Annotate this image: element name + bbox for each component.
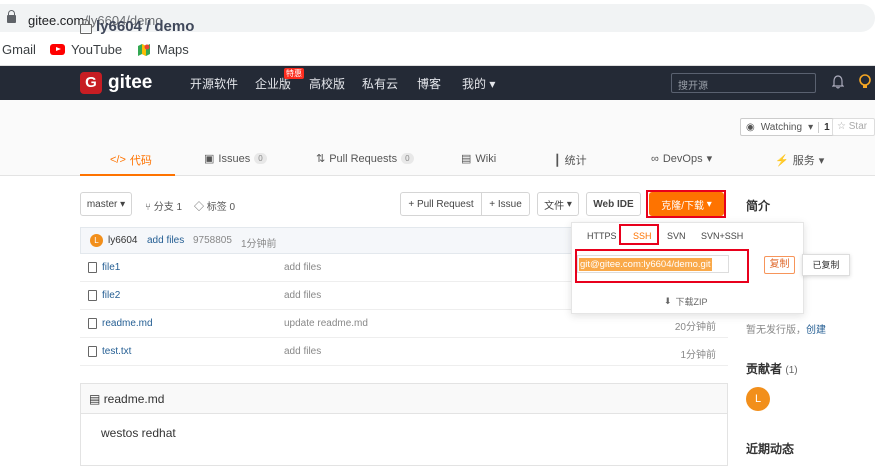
file-name[interactable]: file1 — [102, 262, 120, 273]
nav-education[interactable]: 高校版 — [309, 75, 345, 92]
lightbulb-icon[interactable] — [858, 74, 872, 90]
active-tab-indicator — [80, 174, 175, 176]
contributor-avatar[interactable]: L — [746, 387, 770, 411]
readme-content: westos redhat — [101, 426, 176, 440]
pull-request-icon: ⇅ — [316, 153, 326, 165]
table-row[interactable]: test.txt add files 1分钟前 — [80, 338, 728, 366]
issues-icon: ▣ — [204, 153, 215, 165]
copied-tooltip: 已复制 — [802, 254, 850, 276]
tab-code[interactable]: </> 代码 — [110, 152, 152, 168]
active-protocol-indicator — [625, 243, 655, 245]
gitee-logo[interactable]: G gitee — [80, 72, 152, 94]
tab-services[interactable]: ⚡ 服务 ▾ — [775, 152, 824, 168]
download-icon: ⬇ — [664, 296, 672, 306]
pull-request-button[interactable]: + Pull Request — [400, 192, 482, 216]
clone-dropdown: HTTPS SSH SVN SVN+SSH git@gitee.com:ly66… — [571, 222, 804, 314]
file-name[interactable]: file2 — [102, 290, 120, 301]
document-icon: ▤ — [89, 392, 101, 406]
file-menu-button[interactable]: 文件 ▾ — [537, 192, 579, 216]
commit-time: 1分钟前 — [241, 239, 277, 250]
file-name[interactable]: readme.md — [102, 318, 153, 329]
intro-heading: 简介 — [746, 199, 771, 213]
protocol-ssh[interactable]: SSH — [633, 231, 652, 241]
tab-pull-requests[interactable]: ⇅ Pull Requests 0 — [316, 152, 414, 165]
branch-icon: ⑂ — [145, 202, 151, 213]
download-zip-button[interactable]: ⬇ 下载ZIP — [664, 295, 708, 308]
stats-icon: ┃ — [554, 154, 561, 167]
promo-badge: 特惠 — [284, 68, 304, 79]
eye-icon: ◉ — [746, 121, 755, 133]
file-time: 1分钟前 — [680, 350, 716, 361]
gitee-logo-icon: G — [80, 72, 102, 94]
search-input[interactable]: 搜开源 — [671, 73, 816, 93]
tab-wiki[interactable]: ▤ Wiki — [461, 152, 496, 166]
watch-button[interactable]: ◉ Watching ▾ 1 — [740, 118, 836, 136]
wiki-icon: ▤ — [461, 153, 472, 165]
protocol-https[interactable]: HTTPS — [587, 231, 617, 241]
nav-private-cloud[interactable]: 私有云 — [362, 75, 398, 92]
top-navbar: G gitee 开源软件 企业版 特惠 高校版 私有云 博客 我的 ▾ 搜开源 — [0, 66, 875, 100]
tab-stats[interactable]: ┃ 统计 — [554, 152, 587, 168]
copy-button[interactable]: 复制 — [764, 256, 795, 274]
services-icon: ⚡ — [775, 154, 789, 167]
file-commit-message[interactable]: update readme.md — [284, 318, 368, 329]
branch-select[interactable]: master ▾ — [80, 192, 132, 216]
devops-icon: ∞ — [651, 152, 659, 165]
web-ide-button[interactable]: Web IDE — [586, 192, 641, 216]
repo-title[interactable]: ly6604 / demo — [80, 18, 194, 35]
nav-blog[interactable]: 博客 — [417, 75, 441, 92]
tag-icon: ◇ — [194, 202, 204, 213]
table-row[interactable]: readme.md update readme.md 20分钟前 — [80, 310, 728, 338]
lock-icon — [7, 10, 16, 23]
recent-activity-heading: 近期动态 — [746, 442, 795, 456]
clone-download-button[interactable]: 克隆/下载 ▾ — [649, 192, 724, 216]
branches-link[interactable]: ⑂ 分支 1 — [145, 198, 182, 213]
commit-author[interactable]: ly6604 — [108, 235, 137, 246]
protocol-svn[interactable]: SVN — [667, 231, 686, 241]
code-icon: </> — [110, 154, 126, 166]
private-lock-icon — [80, 18, 92, 34]
maps-icon — [138, 43, 150, 56]
bell-icon[interactable] — [832, 75, 844, 89]
nav-open-source[interactable]: 开源软件 — [190, 75, 238, 92]
commit-hash[interactable]: 9758805 — [193, 235, 232, 246]
tab-issues[interactable]: ▣ Issues 0 — [204, 152, 267, 165]
protocol-svn-ssh[interactable]: SVN+SSH — [701, 231, 743, 241]
file-icon — [88, 346, 97, 357]
tags-link[interactable]: ◇ 标签 0 — [194, 198, 235, 213]
bookmark-youtube[interactable]: YouTube — [50, 42, 122, 57]
file-commit-message[interactable]: add files — [284, 290, 321, 301]
create-release-link[interactable]: 创建 — [806, 325, 826, 336]
youtube-icon — [50, 44, 65, 55]
file-name[interactable]: test.txt — [102, 346, 131, 357]
no-release-text: 暂无发行版，创建 — [746, 325, 826, 336]
file-icon — [88, 318, 97, 329]
file-icon — [88, 290, 97, 301]
clone-url-field[interactable]: git@gitee.com:ly6604/demo.git — [577, 255, 729, 273]
clone-url-text: git@gitee.com:ly6604/demo.git — [579, 258, 712, 271]
bookmarks-bar: Gmail YouTube Maps — [0, 36, 875, 66]
bookmark-gmail[interactable]: Gmail — [2, 42, 36, 57]
nav-mine[interactable]: 我的 ▾ — [462, 75, 495, 92]
file-commit-message[interactable]: add files — [284, 262, 321, 273]
file-time: 20分钟前 — [674, 322, 716, 333]
tab-devops[interactable]: ∞ DevOps ▾ — [651, 152, 712, 166]
contributors-heading: 贡献者 (1) — [746, 362, 798, 376]
new-issue-button[interactable]: + Issue — [481, 192, 530, 216]
readme-panel: ▤ readme.md westos redhat — [80, 383, 728, 466]
avatar[interactable]: L — [90, 234, 103, 247]
bookmark-maps[interactable]: Maps — [137, 42, 189, 57]
file-commit-message[interactable]: add files — [284, 346, 321, 357]
commit-message[interactable]: add files — [147, 235, 184, 246]
file-icon — [88, 262, 97, 273]
star-button[interactable]: ☆ Star — [832, 118, 875, 136]
readme-header: ▤ readme.md — [81, 384, 727, 414]
